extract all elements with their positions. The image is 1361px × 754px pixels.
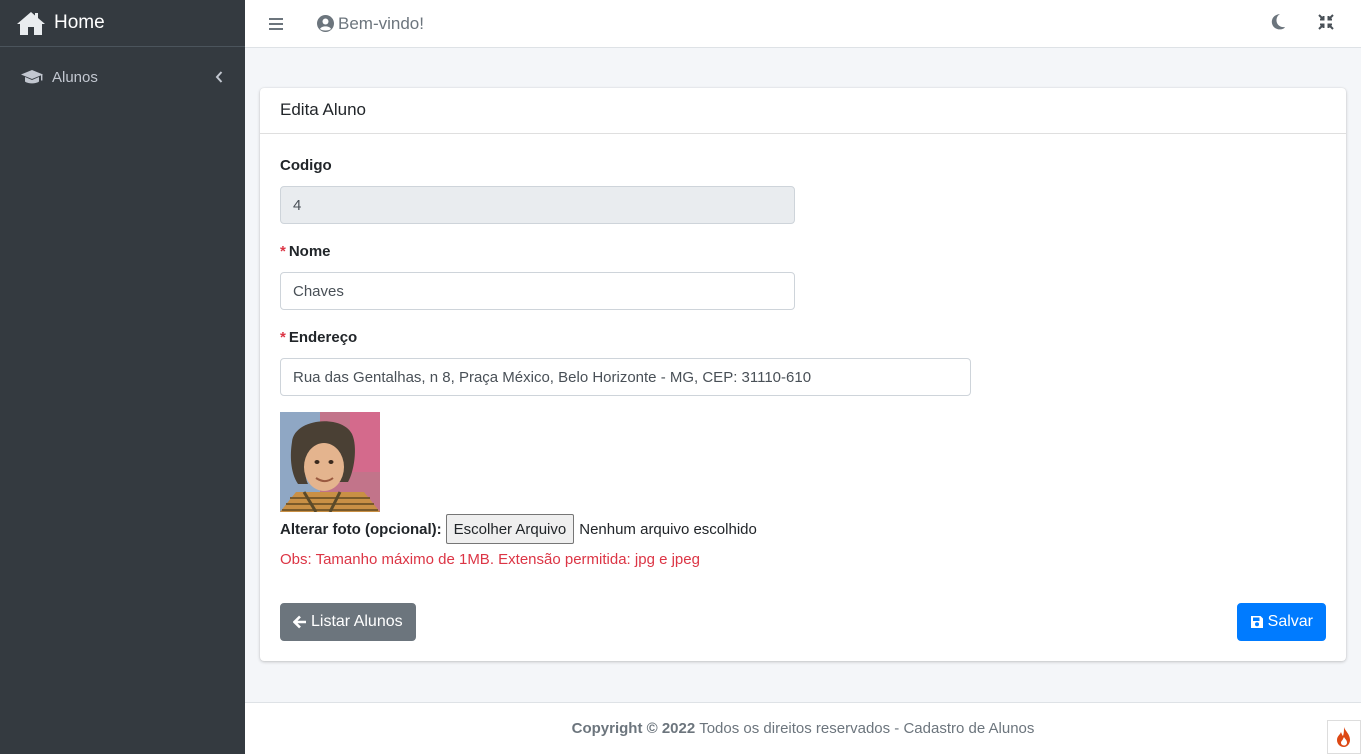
required-mark: * (280, 243, 286, 260)
footer: Copyright © 2022 Todos os direitos reser… (245, 702, 1361, 754)
sidebar: Home Alunos (0, 0, 245, 754)
save-label: Salvar (1267, 613, 1313, 630)
fullscreen-toggle[interactable] (1315, 11, 1337, 33)
graduation-cap-icon (21, 70, 43, 84)
user-circle-icon (317, 15, 334, 32)
welcome-text: Bem-vindo! (338, 13, 424, 33)
card-title: Edita Aluno (260, 88, 1346, 134)
list-students-label: Listar Alunos (311, 613, 403, 630)
codigo-group: Codigo (280, 157, 332, 174)
dark-mode-toggle[interactable] (1267, 11, 1289, 33)
list-students-button[interactable]: Listar Alunos (280, 603, 416, 641)
chevron-left-icon (215, 71, 223, 83)
nome-field[interactable]: Chaves (280, 272, 795, 310)
endereco-label: Endereço (288, 329, 358, 346)
nome-group: * Nome (280, 243, 331, 261)
brand-link[interactable]: Home (0, 0, 245, 47)
flame-icon (1337, 727, 1350, 747)
sidebar-item-label: Alunos (52, 68, 98, 86)
top-navbar: Bem-vindo! (245, 0, 1361, 48)
compress-icon (1318, 14, 1334, 30)
codigo-field: 4 (280, 186, 795, 224)
endereco-group: * Endereço (280, 329, 357, 347)
save-button[interactable]: Salvar (1236, 603, 1326, 641)
edit-student-card: Edita Aluno Codigo 4 * Nome Chaves * Ender… (260, 88, 1346, 661)
brand-label: Home (54, 12, 105, 33)
required-mark: * (280, 329, 286, 346)
moon-icon (1271, 14, 1285, 30)
endereco-field[interactable]: Rua das Gentalhas, n 8, Praça México, Be… (280, 358, 971, 396)
file-upload-row: Alterar foto (opcional): Escolher Arquiv… (280, 514, 757, 544)
save-icon (1250, 616, 1263, 628)
welcome-link[interactable]: Bem-vindo! (317, 14, 424, 34)
menu-icon[interactable] (269, 17, 285, 31)
codigo-label: Codigo (280, 157, 332, 174)
navbar-right (1267, 11, 1337, 33)
copyright-text: Copyright © 2022 (571, 720, 696, 737)
home-icon (17, 12, 45, 35)
choose-file-button[interactable]: Escolher Arquivo (445, 514, 575, 544)
debug-toolbar-button[interactable] (1327, 720, 1361, 754)
student-photo (280, 412, 380, 512)
nome-label: Nome (288, 243, 331, 260)
arrow-left-icon (293, 615, 306, 629)
sidebar-item-alunos[interactable]: Alunos (0, 49, 245, 105)
file-upload-label: Alterar foto (opcional): (280, 520, 442, 538)
file-size-note: Obs: Tamanho máximo de 1MB. Extensão per… (280, 551, 700, 568)
file-status: Nenhum arquivo escolhido (579, 520, 757, 538)
footer-text: Todos os direitos reservados - Cadastro … (699, 720, 1035, 737)
